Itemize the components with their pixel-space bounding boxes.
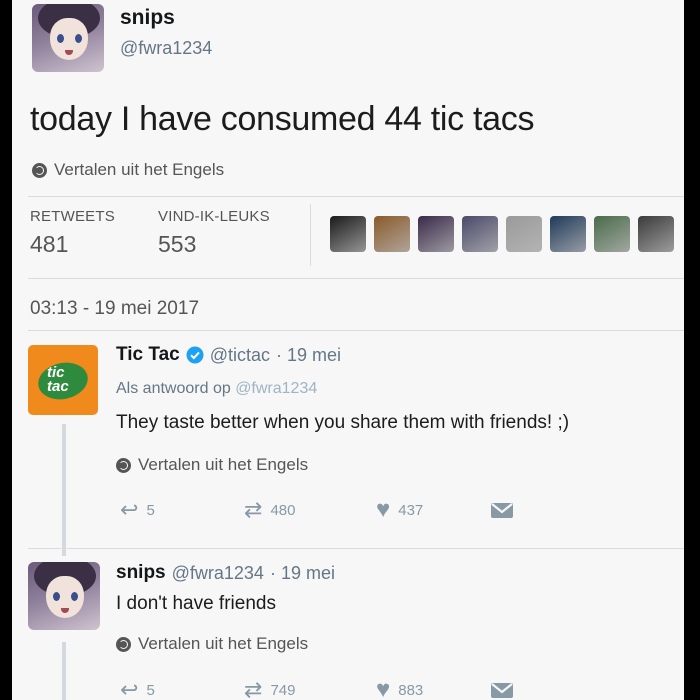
reply-icon: ↩ <box>120 497 139 522</box>
liker-avatar[interactable] <box>374 216 410 252</box>
reply-count: 5 <box>146 681 155 699</box>
reply-action[interactable]: ↩ 5 <box>120 677 155 700</box>
retweets-count: 481 <box>30 231 69 257</box>
translate-link[interactable]: Vertalen uit het Engels <box>32 160 224 180</box>
thread-line <box>62 424 66 556</box>
tweet-text: today I have consumed 44 tic tacs <box>30 100 535 138</box>
author-avatar[interactable] <box>32 4 104 72</box>
reply-author-name[interactable]: Tic Tac <box>116 344 180 366</box>
liker-avatar[interactable] <box>594 216 630 252</box>
liker-avatar[interactable] <box>638 216 674 252</box>
retweet-icon: ⇄ <box>244 497 263 522</box>
tweet-screenshot: snips @fwra1234 today I have consumed 44… <box>12 0 684 700</box>
message-icon[interactable] <box>490 500 516 520</box>
reply-icon: ↩ <box>120 677 139 700</box>
reply-to-line: Als antwoord op @fwra1234 <box>116 380 317 398</box>
retweet-action[interactable]: ⇄ 480 <box>244 497 296 522</box>
heart-icon: ♥ <box>376 496 391 523</box>
likes-label: VIND-IK-LEUKS <box>158 208 270 225</box>
globe-icon <box>116 457 131 473</box>
liker-avatar[interactable] <box>462 216 498 252</box>
translate-label: Vertalen uit het Engels <box>138 455 309 474</box>
retweet-count: 480 <box>270 501 296 519</box>
reply-author-avatar[interactable] <box>28 562 100 630</box>
translate-link[interactable]: Vertalen uit het Engels <box>116 455 308 475</box>
divider <box>28 278 684 279</box>
author-handle[interactable]: @fwra1234 <box>120 38 212 59</box>
reply-to-prefix: Als antwoord op <box>116 380 231 397</box>
reply-header: snips @fwra1234 · 19 mei <box>116 562 335 584</box>
retweet-icon: ⇄ <box>244 677 263 700</box>
like-count: 883 <box>398 681 424 699</box>
liker-avatar[interactable] <box>506 216 542 252</box>
reply-to-handle[interactable]: @fwra1234 <box>235 380 317 397</box>
liker-avatar[interactable] <box>418 216 454 252</box>
retweets-stat[interactable]: RETWEETS 481 <box>30 208 115 258</box>
globe-icon <box>116 636 131 652</box>
thread-line <box>62 642 66 700</box>
likes-count: 553 <box>158 231 197 257</box>
like-action[interactable]: ♥ 437 <box>376 496 424 523</box>
translate-label: Vertalen uit het Engels <box>54 160 225 179</box>
reply-date[interactable]: · 19 mei <box>276 345 341 366</box>
author-name[interactable]: snips <box>120 6 175 30</box>
divider <box>28 196 684 197</box>
translate-label: Vertalen uit het Engels <box>138 634 309 653</box>
reply-author-name[interactable]: snips <box>116 562 166 584</box>
reply-text: They taste better when you share them wi… <box>116 412 570 433</box>
liker-avatar[interactable] <box>550 216 586 252</box>
divider <box>28 548 684 549</box>
divider <box>28 330 684 331</box>
tictac-logo[interactable]: tic tac <box>28 345 98 415</box>
verified-badge-icon <box>186 346 204 364</box>
reply-action[interactable]: ↩ 5 <box>120 497 155 522</box>
message-icon[interactable] <box>490 680 516 700</box>
like-action[interactable]: ♥ 883 <box>376 676 424 700</box>
tweet-timestamp[interactable]: 03:13 - 19 mei 2017 <box>30 298 199 320</box>
reply-date[interactable]: · 19 mei <box>270 563 335 584</box>
tictac-logo-text-bottom: tac <box>47 378 69 395</box>
reply-text: I don't have friends <box>116 593 276 614</box>
reply-count: 5 <box>146 501 155 519</box>
stats-divider <box>310 204 311 266</box>
translate-link[interactable]: Vertalen uit het Engels <box>116 634 308 654</box>
reply-author-handle[interactable]: @fwra1234 <box>172 563 264 584</box>
retweets-label: RETWEETS <box>30 208 115 225</box>
heart-icon: ♥ <box>376 676 391 700</box>
globe-icon <box>32 162 47 178</box>
liker-avatar[interactable] <box>330 216 366 252</box>
reply-header: Tic Tac @tictac · 19 mei <box>116 344 341 366</box>
retweet-count: 749 <box>270 681 296 699</box>
likes-stat[interactable]: VIND-IK-LEUKS 553 <box>158 208 270 258</box>
like-count: 437 <box>398 501 424 519</box>
retweet-action[interactable]: ⇄ 749 <box>244 677 296 700</box>
reply-author-handle[interactable]: @tictac <box>210 345 270 366</box>
